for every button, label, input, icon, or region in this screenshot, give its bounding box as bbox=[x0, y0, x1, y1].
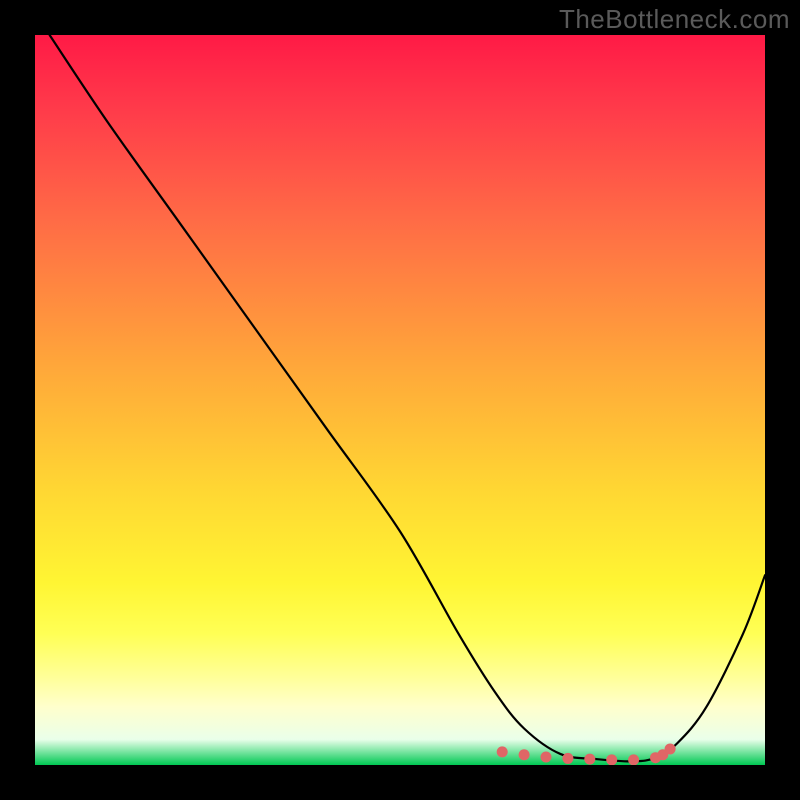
curve-line bbox=[50, 35, 765, 761]
fit-marker bbox=[628, 754, 639, 765]
fit-marker bbox=[665, 743, 676, 754]
fit-marker bbox=[584, 754, 595, 765]
fit-marker bbox=[562, 753, 573, 764]
fit-marker bbox=[541, 751, 552, 762]
plot-area bbox=[35, 35, 765, 765]
fit-marker bbox=[519, 749, 530, 760]
fit-markers-group bbox=[497, 743, 676, 765]
fit-marker bbox=[606, 754, 617, 765]
fit-marker bbox=[497, 746, 508, 757]
chart-frame: TheBottleneck.com bbox=[0, 0, 800, 800]
chart-overlay bbox=[35, 35, 765, 765]
watermark-label: TheBottleneck.com bbox=[559, 4, 790, 35]
